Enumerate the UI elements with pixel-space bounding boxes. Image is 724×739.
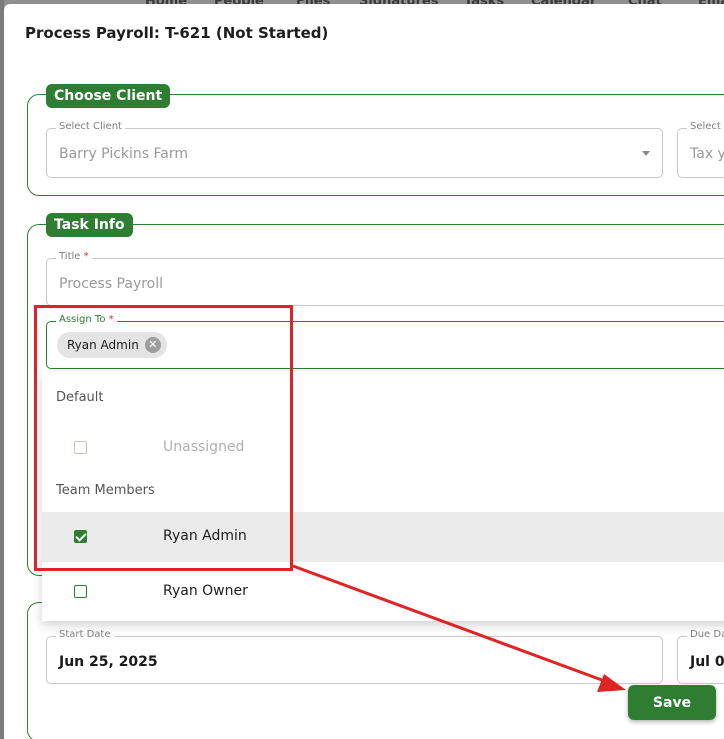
dialog-title: Process Payroll: T-621 (Not Started) (25, 24, 329, 42)
assignee-chip[interactable]: Ryan Admin ✕ (57, 332, 167, 358)
start-date-value: Jun 25, 2025 (59, 654, 158, 670)
assign-to-label: Assign To * (56, 314, 117, 325)
option-label: Ryan Admin (163, 528, 247, 544)
option-unassigned[interactable]: Unassigned (42, 423, 724, 473)
option-label: Unassigned (163, 439, 245, 455)
task-info-legend: Task Info (46, 213, 133, 237)
tax-year-field[interactable]: Select Tax y (677, 121, 724, 178)
option-ryan-owner[interactable]: Ryan Owner (42, 567, 724, 617)
checkbox-icon[interactable] (74, 441, 87, 454)
group-label-default: Default (56, 390, 104, 405)
choose-client-legend: Choose Client (46, 84, 171, 108)
due-date-value: Jul 02 (690, 654, 724, 670)
checkbox-checked-icon[interactable] (74, 530, 87, 543)
group-label-team-members: Team Members (56, 483, 155, 498)
checkbox-icon[interactable] (74, 585, 87, 598)
start-date-label: Start Date (56, 629, 114, 640)
tax-year-value: Tax y (690, 146, 724, 162)
select-client-field[interactable]: Select Client Barry Pickins Farm (46, 121, 663, 178)
title-field[interactable]: Title * Process Payroll (46, 251, 724, 306)
tax-year-label: Select (687, 121, 724, 132)
chevron-down-icon[interactable] (642, 151, 650, 156)
select-client-label: Select Client (56, 121, 125, 132)
assignee-chip-label: Ryan Admin (67, 338, 139, 352)
save-button[interactable]: Save (628, 685, 716, 720)
start-date-field[interactable]: Start Date Jun 25, 2025 (46, 629, 663, 684)
option-label: Ryan Owner (163, 583, 248, 599)
assign-to-dropdown: Default Unassigned Team Members Ryan Adm… (42, 371, 724, 621)
option-ryan-admin[interactable]: Ryan Admin (42, 512, 724, 562)
title-value: Process Payroll (59, 276, 164, 292)
due-date-label: Due Da (687, 629, 724, 640)
due-date-field[interactable]: Due Da Jul 02 (677, 629, 724, 684)
select-client-value: Barry Pickins Farm (59, 146, 189, 162)
assign-to-field[interactable]: Assign To * Ryan Admin ✕ (46, 314, 724, 369)
title-label: Title * (56, 251, 92, 262)
close-icon[interactable]: ✕ (144, 337, 161, 353)
